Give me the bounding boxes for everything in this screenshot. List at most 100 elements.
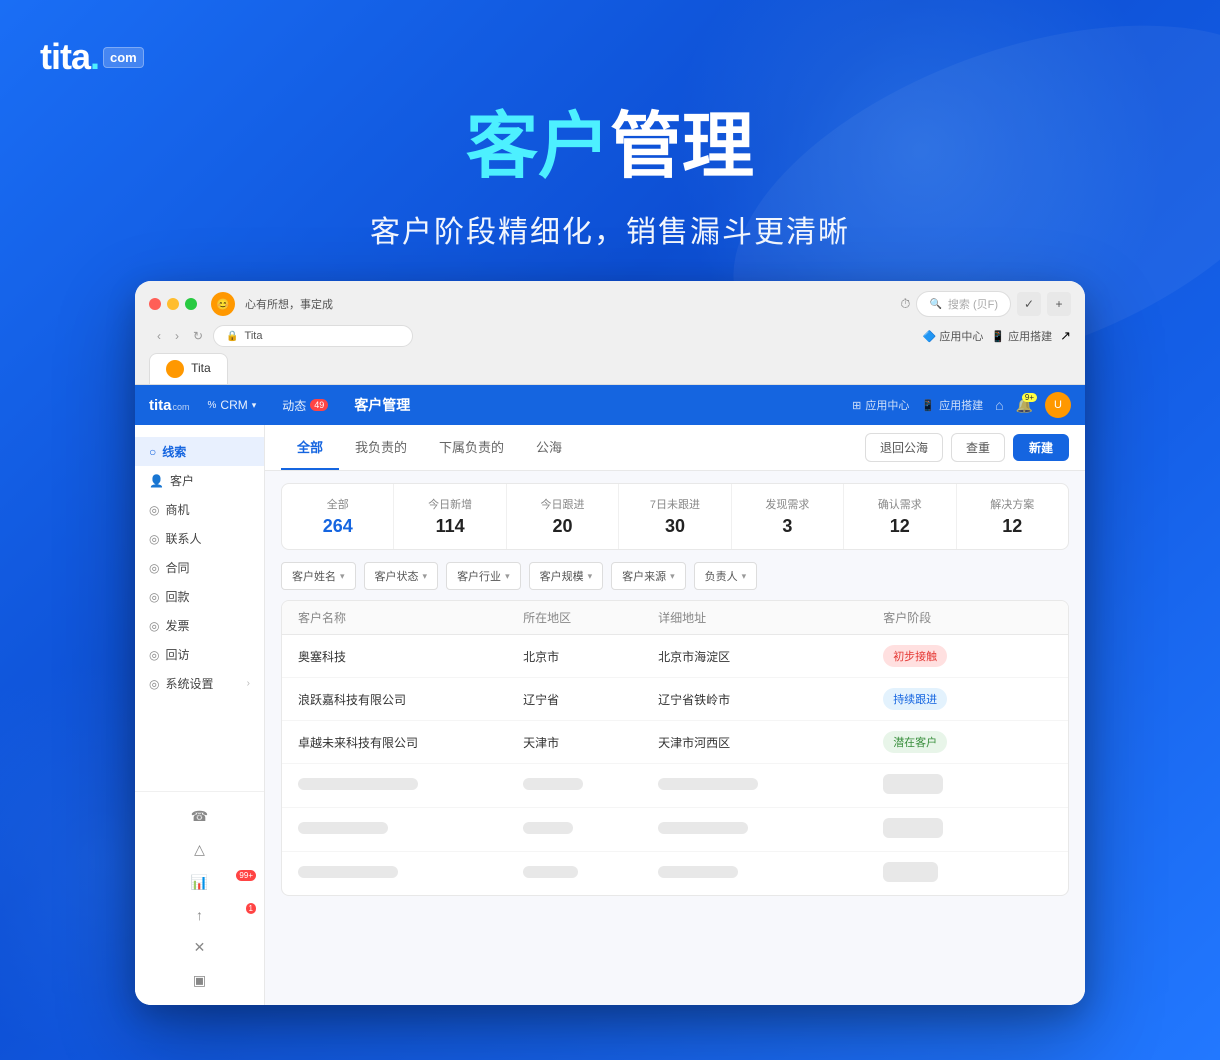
back-arrow[interactable]: ‹ — [153, 327, 165, 345]
sidebar-upload-btn[interactable]: ↑ 1 — [135, 899, 264, 931]
stat-today-new-label: 今日新增 — [410, 496, 489, 512]
filter-owner-arrow: ▾ — [742, 571, 747, 582]
app-center-icon: ⊞ — [852, 399, 861, 412]
activity-label: 动态 — [282, 397, 306, 414]
filter-owner[interactable]: 负责人 ▾ — [694, 562, 758, 590]
user-avatar[interactable]: U — [1045, 392, 1071, 418]
home-icon[interactable]: ⌂ — [995, 397, 1003, 413]
sidebar-phone-btn[interactable]: ☎ — [135, 800, 264, 833]
url-bar[interactable]: 🔍 搜索 (贝F) — [916, 291, 1011, 317]
filter-industry[interactable]: 客户行业 ▾ — [446, 562, 521, 590]
close-button[interactable] — [149, 298, 161, 310]
sidebar: ○ 线索 👤 客户 ◎ 商机 ◎ 联系人 — [135, 425, 265, 1005]
filter-scale[interactable]: 客户规模 ▾ — [529, 562, 604, 590]
crm-label: CRM — [220, 398, 247, 412]
filter-name[interactable]: 客户姓名 ▾ — [281, 562, 356, 590]
add-btn[interactable]: + — [1047, 292, 1071, 316]
external-link-icon[interactable]: ↗ — [1060, 328, 1071, 344]
browser-tab-tita[interactable]: Tita — [149, 353, 228, 384]
stat-today-follow: 今日跟进 20 — [507, 484, 619, 549]
app-build-link[interactable]: 📱 应用搭建 — [991, 328, 1052, 344]
minimize-button[interactable] — [167, 298, 179, 310]
activity-menu[interactable]: 动态 49 — [274, 393, 336, 418]
sidebar-bottom: ☎ △ 📊 99+ ↑ 1 ✕ — [135, 791, 264, 1005]
history-icon[interactable]: ⏱ — [900, 296, 910, 312]
sidebar-item-contacts[interactable]: ◎ 联系人 — [135, 524, 264, 553]
sidebar-label-customers: 客户 — [170, 472, 194, 489]
notification-icon[interactable]: 🔔 9+ — [1016, 397, 1033, 414]
notif-badge: 9+ — [1022, 393, 1037, 402]
reload-arrow[interactable]: ↻ — [189, 327, 207, 345]
sidebar-item-settings[interactable]: ◎ 系统设置 › — [135, 669, 264, 698]
checkmark-btn[interactable]: ✓ — [1017, 292, 1041, 316]
app-center-link[interactable]: 🔷 应用中心 — [923, 328, 984, 344]
col-address: 详细地址 — [658, 609, 883, 626]
main-content: 全部 我负责的 下属负责的 公海 退回公海 查重 新建 — [265, 425, 1085, 1005]
logo-dot: . — [90, 36, 99, 78]
filter-status[interactable]: 客户状态 ▾ — [364, 562, 439, 590]
app-logo-com: com — [173, 402, 190, 412]
tab-mine[interactable]: 我负责的 — [339, 425, 423, 470]
skeleton-address-4 — [658, 778, 883, 793]
duplicate-check-btn[interactable]: 查重 — [951, 433, 1005, 462]
filter-source[interactable]: 客户来源 ▾ — [611, 562, 686, 590]
maximize-button[interactable] — [185, 298, 197, 310]
skeleton-address-5 — [658, 822, 883, 837]
stat-today-follow-value: 20 — [523, 516, 602, 537]
skeleton-stage-4 — [883, 774, 1052, 797]
filter-scale-arrow: ▾ — [588, 571, 593, 582]
phone-icon: ☎ — [191, 808, 208, 825]
cell-address-3: 天津市河西区 — [658, 734, 883, 751]
filter-name-arrow: ▾ — [340, 571, 345, 582]
browser-nav-row: ‹ › ↻ 🔒 Tita 🔷 应用中心 📱 应用搭建 ↗ — [149, 325, 1071, 347]
sidebar-item-customers[interactable]: 👤 客户 — [135, 466, 264, 495]
table-row[interactable]: 奥塞科技 北京市 北京市海淀区 初步接触 — [282, 635, 1068, 678]
sidebar-item-leads[interactable]: ○ 线索 — [135, 437, 264, 466]
cell-address-2: 辽宁省铁岭市 — [658, 691, 883, 708]
tab-public[interactable]: 公海 — [520, 425, 578, 470]
sidebar-grid-btn[interactable]: ▣ — [135, 964, 264, 997]
table-header: 客户名称 所在地区 详细地址 客户阶段 — [282, 601, 1068, 635]
sidebar-item-opportunities[interactable]: ◎ 商机 — [135, 495, 264, 524]
table-row[interactable]: 卓越未来科技有限公司 天津市 天津市河西区 潜在客户 — [282, 721, 1068, 764]
sidebar-item-contracts[interactable]: ◎ 合同 — [135, 553, 264, 582]
cell-name-3: 卓越未来科技有限公司 — [298, 734, 523, 751]
col-name: 客户名称 — [298, 609, 523, 626]
customers-icon: 👤 — [149, 474, 164, 488]
tab-subordinate[interactable]: 下属负责的 — [423, 425, 520, 470]
app-center-nav[interactable]: ⊞ 应用中心 — [852, 397, 909, 413]
sidebar-chart-btn[interactable]: 📊 99+ — [135, 866, 264, 899]
forward-arrow[interactable]: › — [171, 327, 183, 345]
sidebar-item-invoices[interactable]: ◎ 发票 — [135, 611, 264, 640]
browser-chrome: 😊 心有所想，事定成 ⏱ 🔍 搜索 (贝F) ✓ + ‹ › ↻ — [135, 281, 1085, 385]
upload-icon: ↑ — [196, 907, 203, 923]
app-build-nav[interactable]: 📱 应用搭建 — [921, 397, 983, 413]
sidebar-item-payments[interactable]: ◎ 回款 — [135, 582, 264, 611]
page-wrapper: tita.com 客户管理 客户阶段精细化，销售漏斗更清晰 😊 心有所想，事定成… — [0, 0, 1220, 1060]
sidebar-item-visits[interactable]: ◎ 回访 — [135, 640, 264, 669]
filter-name-label: 客户姓名 — [292, 568, 336, 584]
page-title: 客户管理 — [354, 395, 410, 415]
address-bar[interactable]: 🔒 Tita — [213, 325, 413, 347]
crm-menu[interactable]: % CRM ▾ — [200, 394, 265, 416]
favicon-avatar: 😊 — [211, 292, 235, 316]
leads-icon: ○ — [149, 445, 156, 459]
return-public-btn[interactable]: 退回公海 — [865, 433, 943, 462]
app-logo-text: tita — [149, 397, 172, 414]
stat-confirm-needs-label: 确认需求 — [860, 496, 939, 512]
tab-all[interactable]: 全部 — [281, 425, 339, 470]
chart-badge: 99+ — [236, 870, 256, 881]
crm-arrow: ▾ — [252, 400, 257, 411]
table-row[interactable]: 浪跃嘉科技有限公司 辽宁省 辽宁省铁岭市 持续跟进 — [282, 678, 1068, 721]
stat-solution-label: 解决方案 — [973, 496, 1052, 512]
table-row-skeleton-5 — [282, 808, 1068, 852]
stat-today-new-value: 114 — [410, 516, 489, 537]
skeleton-stage-6 — [883, 862, 1052, 885]
crm-icon: % — [208, 400, 217, 411]
contacts-icon: ◎ — [149, 532, 159, 546]
sidebar-home-btn[interactable]: △ — [135, 833, 264, 866]
sidebar-label-invoices: 发票 — [165, 617, 189, 634]
sidebar-close-btn[interactable]: ✕ — [135, 931, 264, 964]
create-btn[interactable]: 新建 — [1013, 434, 1069, 461]
filter-industry-label: 客户行业 — [457, 568, 501, 584]
